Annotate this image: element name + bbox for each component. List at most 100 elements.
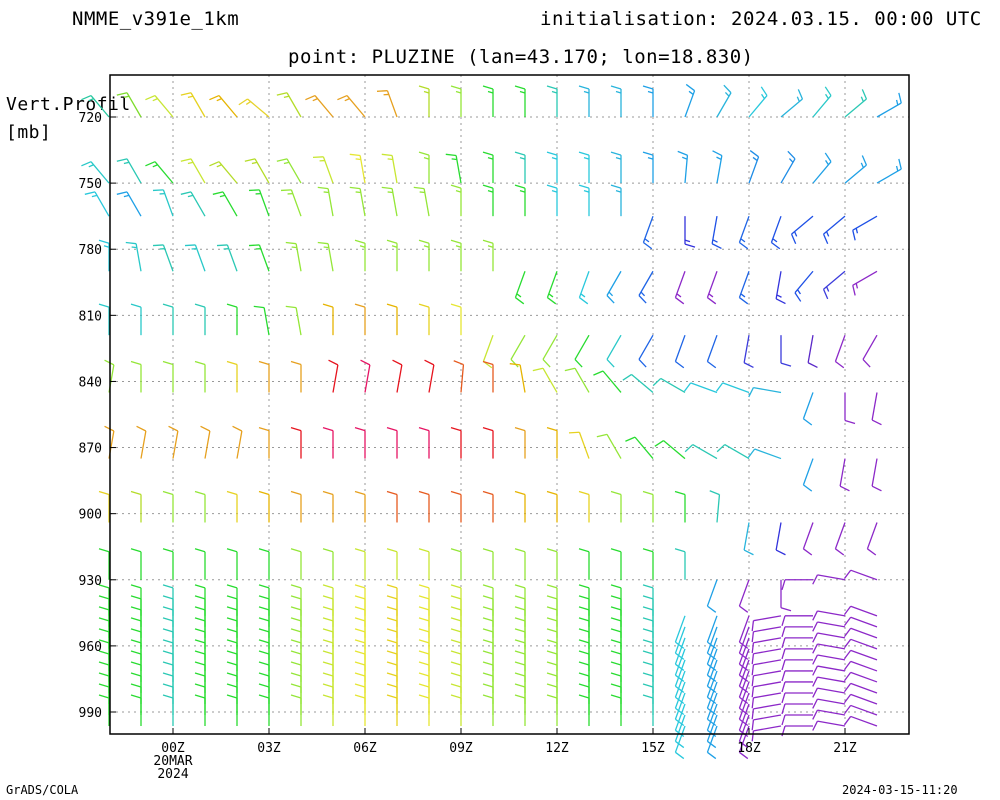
wind-barb <box>386 661 398 693</box>
wind-barb <box>194 360 206 393</box>
barb-feather <box>751 642 755 654</box>
wind-barb <box>130 683 142 715</box>
barb-shaft <box>817 709 846 716</box>
barb-shaft <box>290 189 302 217</box>
wind-barb <box>578 617 590 649</box>
wind-barb <box>706 579 718 613</box>
wind-barb <box>392 359 403 393</box>
barb-shaft <box>817 654 846 661</box>
barb-shaft <box>204 430 211 459</box>
wind-barb <box>642 584 654 616</box>
wind-barb <box>238 98 270 118</box>
wind-barb <box>418 490 430 523</box>
barb-feather <box>546 606 558 611</box>
wind-barb <box>716 444 750 460</box>
barb-feather <box>578 628 590 633</box>
barb-half-feather <box>708 293 714 298</box>
barb-shaft <box>135 243 142 272</box>
barb-feather <box>290 360 302 366</box>
wind-barb <box>509 363 526 393</box>
wind-barb <box>354 617 366 649</box>
wind-barb <box>98 650 110 682</box>
barb-feather <box>843 694 852 704</box>
barb-feather <box>194 584 206 589</box>
wind-barb <box>354 650 366 682</box>
barb-shaft <box>834 334 846 362</box>
y-tick-label: 750 <box>79 177 102 192</box>
wind-barb <box>574 334 590 368</box>
barb-feather <box>290 548 302 553</box>
barb-feather <box>751 697 755 709</box>
wind-barb <box>226 595 238 627</box>
wind-barb <box>514 661 526 693</box>
wind-barb <box>328 359 339 393</box>
barb-shaft <box>286 92 302 118</box>
barb-feather <box>226 548 238 553</box>
wind-barb <box>194 672 206 704</box>
barb-feather <box>482 239 494 244</box>
wind-barb <box>482 650 494 682</box>
wind-barb <box>258 548 270 580</box>
wind-barb <box>532 367 558 393</box>
wind-barb <box>322 672 334 704</box>
wind-barb <box>578 584 590 616</box>
barb-feather <box>258 617 270 622</box>
barb-feather <box>317 241 329 245</box>
barb-feather <box>707 297 717 305</box>
x-tick-label: 06Z <box>353 741 377 756</box>
wind-barb <box>546 639 558 671</box>
wind-barb <box>812 632 846 643</box>
barb-shaft <box>817 720 846 727</box>
barb-feather <box>317 186 329 190</box>
wind-barb <box>130 490 142 523</box>
barb-feather <box>312 156 324 159</box>
barb-shaft <box>743 335 750 363</box>
barb-feather <box>482 548 494 553</box>
barb-feather <box>386 584 398 589</box>
barb-feather <box>654 440 664 447</box>
barb-half-feather <box>583 156 590 160</box>
barb-feather <box>707 605 717 613</box>
wind-barb <box>684 216 696 248</box>
barb-shaft <box>850 704 878 716</box>
barb-feather <box>450 595 462 600</box>
barb-feather <box>677 150 688 156</box>
barb-feather <box>546 490 558 496</box>
barb-half-feather <box>423 245 430 248</box>
barb-half-feather <box>283 161 290 165</box>
barb-shaft <box>218 161 238 184</box>
barb-feather <box>751 719 755 731</box>
wind-barb <box>812 621 846 632</box>
barb-half-feather <box>387 191 393 194</box>
barb-feather <box>739 605 749 613</box>
barb-feather <box>578 694 590 699</box>
wind-barb <box>232 425 243 459</box>
barb-feather <box>546 426 558 432</box>
wind-barb <box>794 270 814 302</box>
wind-barb <box>162 639 174 671</box>
wind-barb <box>125 241 142 272</box>
barb-feather <box>861 89 868 100</box>
barb-feather <box>861 155 868 166</box>
wind-barb <box>802 522 814 556</box>
barb-shaft <box>190 158 206 184</box>
barb-feather <box>322 650 334 655</box>
barb-shaft <box>423 188 430 217</box>
wind-barb <box>546 672 558 704</box>
barb-feather <box>386 426 398 432</box>
barb-half-feather <box>187 194 194 198</box>
wind-barb <box>482 184 494 217</box>
wind-barb <box>684 83 696 118</box>
barb-shaft <box>780 98 803 118</box>
wind-barb <box>781 692 813 704</box>
barb-feather <box>675 360 685 369</box>
barb-feather <box>790 233 797 245</box>
barb-feather <box>194 683 206 688</box>
barb-half-feather <box>644 238 650 243</box>
barb-feather <box>482 184 494 189</box>
wind-barb <box>747 448 782 460</box>
wind-barb <box>453 360 465 393</box>
wind-barb <box>450 239 462 272</box>
barb-feather <box>413 186 425 190</box>
barb-feather <box>258 639 270 644</box>
